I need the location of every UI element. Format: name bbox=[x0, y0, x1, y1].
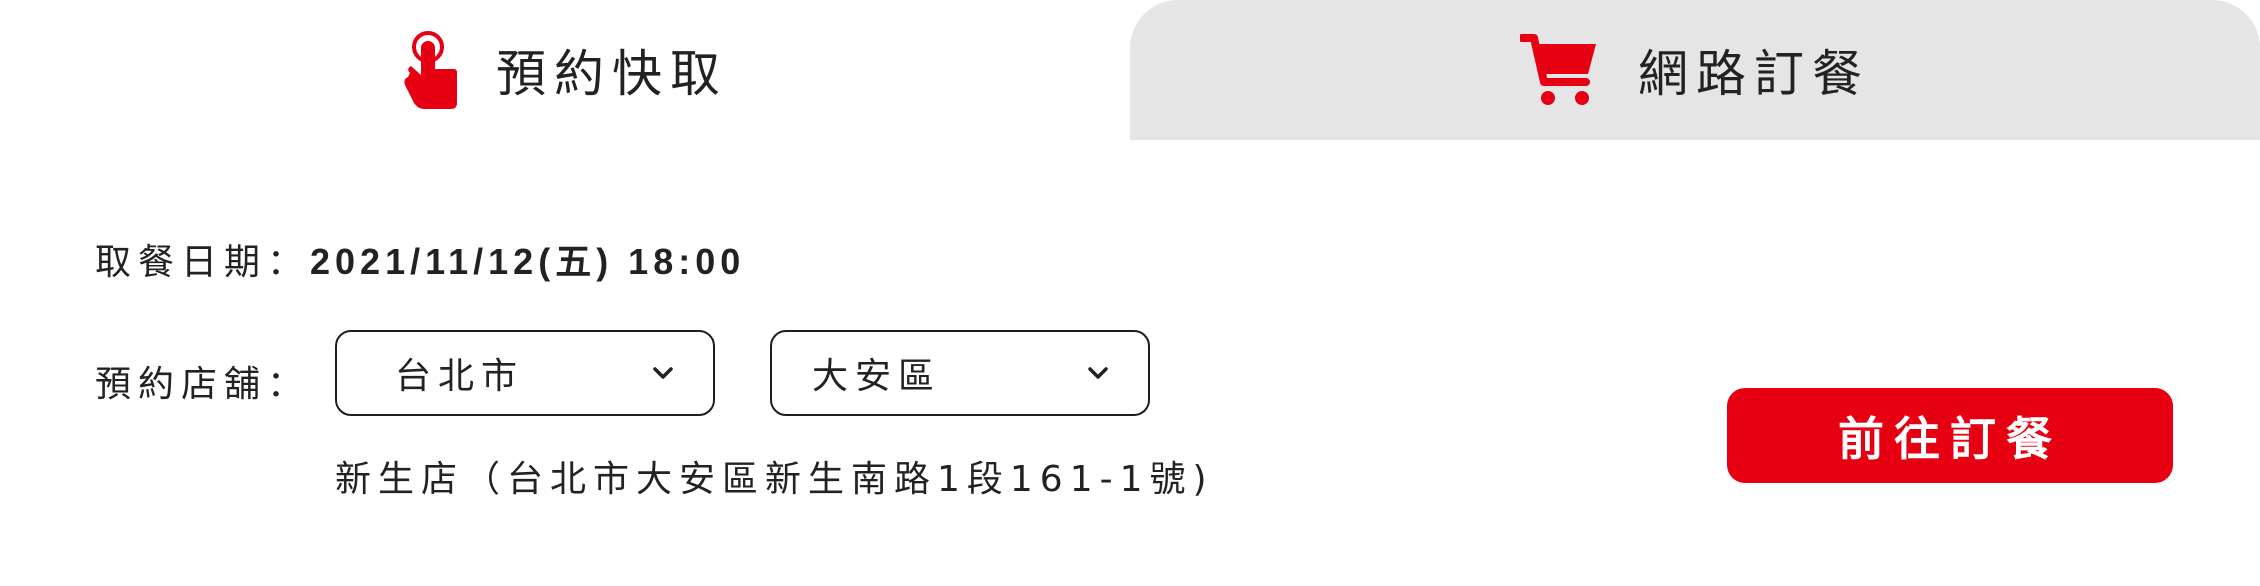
go-order-button[interactable]: 前往訂餐 bbox=[1727, 388, 2173, 483]
tab-online-order[interactable]: 網路訂餐 bbox=[1130, 0, 2260, 140]
shopping-cart-icon bbox=[1520, 32, 1600, 108]
chevron-down-icon bbox=[1086, 365, 1110, 381]
city-select-value: 台北市 bbox=[395, 356, 525, 397]
district-select-value: 大安區 bbox=[812, 356, 942, 397]
tap-finger-icon bbox=[402, 29, 458, 111]
pickup-date-label: 取餐日期： bbox=[95, 242, 311, 283]
tab-online-order-label: 網路訂餐 bbox=[1638, 45, 1870, 103]
tab-reserve-pickup-label: 預約快取 bbox=[496, 45, 728, 103]
pickup-date-row: 取餐日期： 2021/11/12(五) 18:00 bbox=[95, 233, 745, 285]
tab-reserve-pickup[interactable]: 預約快取 bbox=[0, 0, 1130, 140]
store-label: 預約店舖： bbox=[95, 364, 311, 405]
district-select[interactable]: 大安區 bbox=[770, 330, 1150, 416]
chevron-down-icon bbox=[651, 365, 675, 381]
pickup-date-value: 2021/11/12(五) 18:00 bbox=[310, 241, 746, 282]
store-address: 新生店（台北市大安區新生南路1段161-1號) bbox=[335, 459, 1214, 500]
city-select[interactable]: 台北市 bbox=[335, 330, 715, 416]
